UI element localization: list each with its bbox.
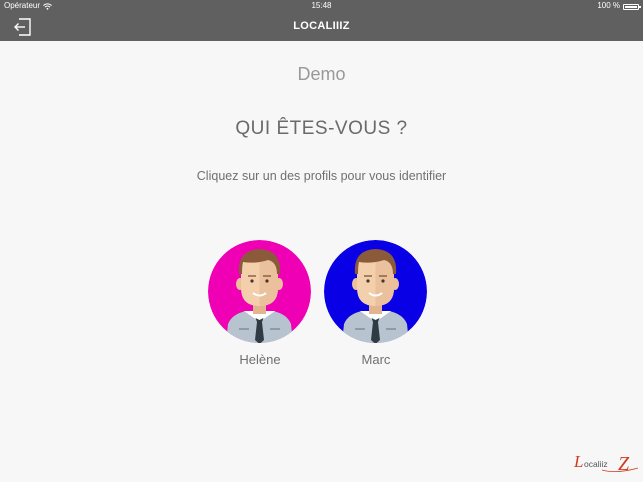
profile-card-marc[interactable]: Marc	[324, 240, 428, 367]
profile-name: Marc	[361, 352, 391, 367]
nav-bar: LOCALIIIZ	[0, 12, 643, 41]
status-time: 15:48	[311, 1, 332, 10]
avatar[interactable]	[324, 240, 427, 343]
context-label: Demo	[297, 64, 346, 84]
brand-logo: L ocaliiz Z	[573, 452, 639, 475]
avatar[interactable]	[208, 240, 311, 343]
male-avatar-icon	[324, 240, 427, 343]
battery-icon	[623, 3, 641, 10]
male-avatar-icon	[208, 240, 311, 343]
battery-group: 100 %	[597, 0, 641, 12]
status-bar: Opérateur 15:48 100 %	[0, 0, 643, 12]
profile-card-helene[interactable]: Helène	[208, 240, 312, 367]
nav-title: LOCALIIIZ	[293, 20, 350, 32]
page-title: QUI ÊTES-VOUS ?	[235, 118, 408, 139]
profile-name: Helène	[239, 352, 281, 367]
svg-text:ocaliiz: ocaliiz	[584, 459, 608, 469]
page-instruction: Cliquez sur un des profils pour vous ide…	[196, 169, 447, 183]
battery-label: 100 %	[597, 1, 620, 10]
svg-text:L: L	[573, 452, 583, 471]
